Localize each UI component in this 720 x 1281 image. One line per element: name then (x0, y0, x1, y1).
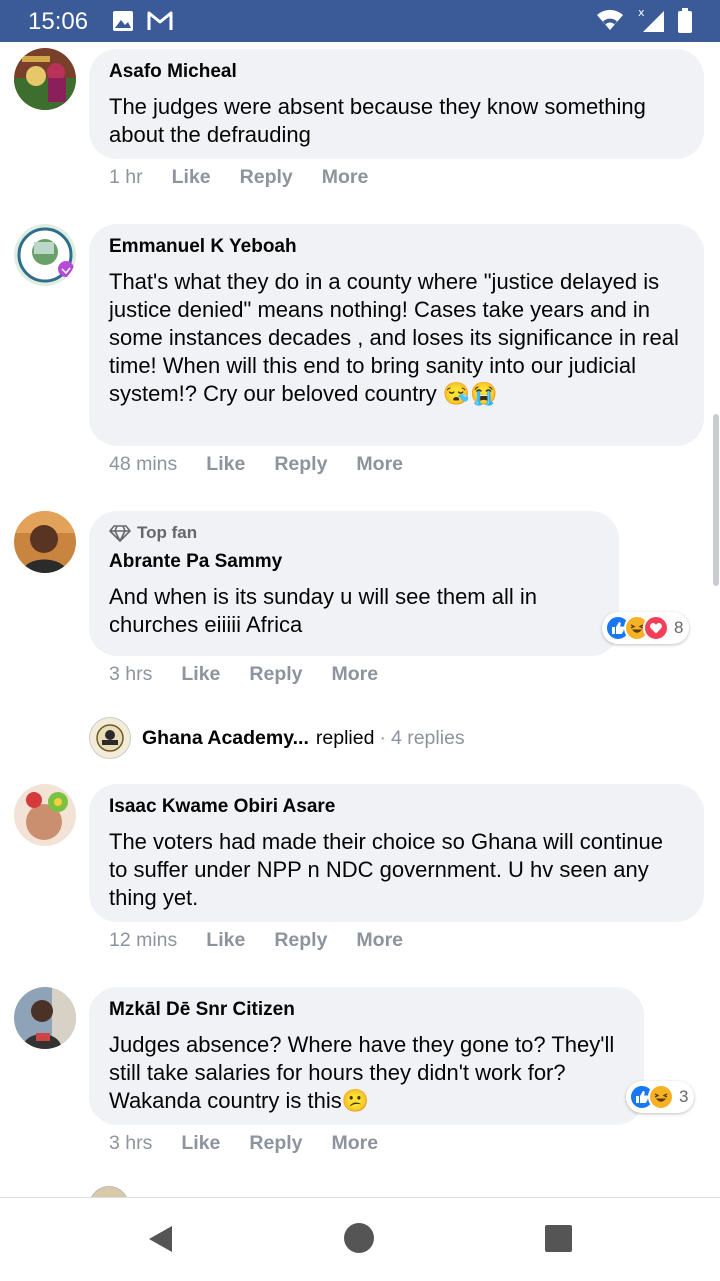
comment-actions: 3 hrs Like Reply More (109, 1132, 407, 1155)
comment-text: The voters had made their choice so Ghan… (109, 829, 663, 910)
reaction-count: 8 (674, 618, 684, 637)
reaction-summary[interactable]: 8 (602, 612, 690, 644)
more-button[interactable]: More (356, 929, 403, 952)
comment-bubble: Asafo Micheal The judges were absent bec… (89, 49, 704, 159)
wifi-icon (596, 8, 624, 37)
comment-time[interactable]: 3 hrs (109, 663, 152, 686)
gmail-icon (146, 10, 174, 37)
reply-avatar (89, 717, 131, 759)
avatar[interactable] (14, 48, 76, 110)
more-button[interactable]: More (322, 166, 369, 189)
comment-time[interactable]: 1 hr (109, 166, 143, 189)
reaction-count: 3 (679, 1087, 689, 1106)
comment-bubble: Isaac Kwame Obiri Asare The voters had m… (89, 784, 704, 922)
reply-button[interactable]: Reply (274, 929, 327, 952)
comment-actions: 48 mins Like Reply More (109, 453, 432, 476)
status-bar: 15:06 x (0, 0, 720, 42)
comment-time[interactable]: 12 mins (109, 929, 177, 952)
reply-button[interactable]: Reply (240, 166, 293, 189)
comment-actions: 12 mins Like Reply More (109, 929, 432, 952)
comment-bubble: Mzkāl Dē Snr Citizen Judges absence? Whe… (89, 987, 644, 1125)
comment-text: The judges were absent because they know… (109, 94, 646, 147)
comment-actions: 3 hrs Like Reply More (109, 663, 407, 686)
signal-icon: x (636, 5, 668, 38)
comment-author[interactable]: Abrante Pa Sammy (109, 550, 599, 574)
navigation-bar (0, 1197, 720, 1281)
like-button[interactable]: Like (181, 663, 220, 686)
battery-icon (677, 8, 693, 39)
comment-author[interactable]: Isaac Kwame Obiri Asare (109, 795, 684, 819)
avatar[interactable] (14, 987, 76, 1049)
comment-time[interactable]: 48 mins (109, 453, 177, 476)
view-replies-link[interactable]: Ghana Academy... replied · 4 replies (89, 717, 465, 759)
like-button[interactable]: Like (181, 1132, 220, 1155)
scrollbar[interactable] (713, 414, 719, 586)
top-fan-badge: Top fan (109, 522, 599, 544)
more-button[interactable]: More (332, 1132, 379, 1155)
avatar[interactable] (14, 511, 76, 573)
comment-bubble: Top fan Abrante Pa Sammy And when is its… (89, 511, 619, 656)
reply-action: replied (315, 726, 375, 749)
avatar (89, 1186, 129, 1197)
reply-button[interactable]: Reply (249, 1132, 302, 1155)
comment-bubble: Emmanuel K Yeboah That's what they do in… (89, 224, 704, 446)
comment-text: That's what they do in a county where "j… (109, 269, 679, 406)
comment-text: Judges absence? Where have they gone to?… (109, 1032, 615, 1113)
comment-author[interactable]: Asafo Micheal (109, 60, 684, 84)
avatar[interactable] (14, 224, 76, 286)
like-button[interactable]: Like (206, 453, 245, 476)
avatar[interactable] (14, 784, 76, 846)
comment-author[interactable]: Emmanuel K Yeboah (109, 235, 684, 259)
more-button[interactable]: More (356, 453, 403, 476)
comment-actions: 1 hr Like Reply More (109, 166, 397, 189)
back-icon[interactable] (146, 1224, 174, 1259)
reply-button[interactable]: Reply (274, 453, 327, 476)
home-icon[interactable] (343, 1222, 375, 1259)
recents-icon[interactable] (545, 1225, 572, 1257)
more-button[interactable]: More (332, 663, 379, 686)
comment-time[interactable]: 3 hrs (109, 1132, 152, 1155)
gallery-icon (112, 10, 134, 37)
reply-count: 4 replies (390, 726, 465, 749)
reaction-summary[interactable]: 3 (626, 1081, 695, 1113)
like-button[interactable]: Like (206, 929, 245, 952)
comment-text: And when is its sunday u will see them a… (109, 584, 537, 637)
status-time: 15:06 (28, 8, 89, 35)
svg-text:x: x (638, 6, 645, 19)
comment-author[interactable]: Mzkāl Dē Snr Citizen (109, 998, 624, 1022)
haha-reaction-icon (648, 1084, 674, 1110)
love-reaction-icon (643, 615, 669, 641)
top-fan-label: Top fan (137, 523, 198, 542)
diamond-icon (109, 525, 131, 542)
reply-separator: · (379, 726, 386, 749)
reply-button[interactable]: Reply (249, 663, 302, 686)
reply-author: Ghana Academy... (142, 726, 309, 749)
like-button[interactable]: Like (172, 166, 211, 189)
